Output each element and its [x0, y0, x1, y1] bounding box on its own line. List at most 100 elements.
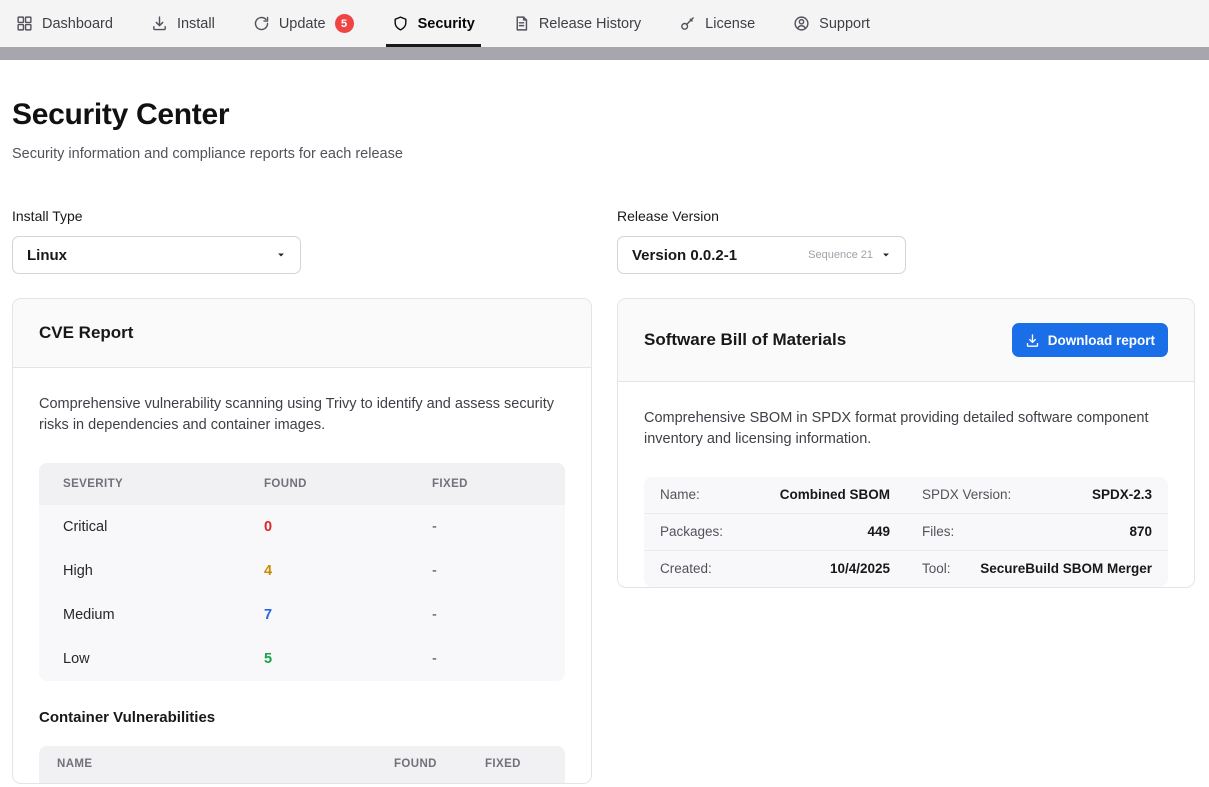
sbom-field-files: Files: 870 — [906, 514, 1168, 550]
table-row-medium: Medium 7 - — [39, 593, 565, 637]
install-type-select[interactable]: Linux — [12, 236, 301, 274]
download-report-button[interactable]: Download report — [1012, 323, 1168, 357]
chevron-down-icon — [274, 248, 288, 262]
sbom-card-title: Software Bill of Materials — [644, 330, 846, 350]
field-value: SPDX-2.3 — [1092, 487, 1152, 502]
severity-table-header: Severity Found Fixed — [39, 463, 565, 505]
chevron-down-icon — [879, 248, 893, 262]
download-report-label: Download report — [1048, 333, 1155, 348]
divider-strip — [0, 47, 1209, 60]
nav-item-license[interactable]: License — [679, 0, 755, 47]
cve-card-title: CVE Report — [39, 323, 133, 343]
nav-label: Security — [418, 16, 475, 32]
container-vulnerabilities-table: Name Found Fixed — [39, 746, 565, 783]
severity-name: Critical — [63, 519, 264, 535]
col-found: Found — [264, 478, 432, 490]
found-count: 5 — [264, 651, 432, 667]
field-label: Files: — [922, 524, 954, 539]
table-row-high: High 4 - — [39, 549, 565, 593]
table-row-low: Low 5 - — [39, 637, 565, 681]
download-icon — [151, 15, 168, 32]
fixed-count: - — [432, 563, 541, 579]
container-table-header: Name Found Fixed — [39, 746, 565, 783]
sbom-description: Comprehensive SBOM in SPDX format provid… — [644, 408, 1168, 451]
sbom-field-packages: Packages: 449 — [644, 514, 906, 550]
sbom-info-grid: Name: Combined SBOM SPDX Version: SPDX-2… — [644, 477, 1168, 587]
field-value: Combined SBOM — [780, 487, 890, 502]
top-navigation: Dashboard Install Update 5 Security Rele… — [0, 0, 1209, 47]
cve-description: Comprehensive vulnerability scanning usi… — [39, 394, 565, 437]
nav-label: License — [705, 16, 755, 32]
fixed-count: - — [432, 519, 541, 535]
page-subtitle: Security information and compliance repo… — [12, 146, 1197, 162]
field-label: SPDX Version: — [922, 487, 1011, 502]
sbom-field-tool: Tool: SecureBuild SBOM Merger — [906, 551, 1168, 587]
nav-label: Install — [177, 16, 215, 32]
release-version-label: Release Version — [617, 208, 1197, 224]
nav-item-security[interactable]: Security — [392, 0, 475, 47]
col-severity: Severity — [63, 478, 264, 490]
sbom-card-body: Comprehensive SBOM in SPDX format provid… — [618, 382, 1194, 587]
download-icon — [1025, 333, 1040, 348]
col-name: Name — [57, 758, 394, 770]
page-title: Security Center — [12, 98, 1197, 132]
document-icon — [513, 15, 530, 32]
nav-item-support[interactable]: Support — [793, 0, 870, 47]
nav-label: Release History — [539, 16, 641, 32]
filters-row: Install Type Linux Release Version Versi… — [12, 208, 1197, 274]
cve-report-card: CVE Report Comprehensive vulnerability s… — [12, 298, 592, 784]
nav-label: Support — [819, 16, 870, 32]
fixed-count: - — [432, 607, 541, 623]
cve-card-header: CVE Report — [13, 299, 591, 368]
nav-item-install[interactable]: Install — [151, 0, 215, 47]
nav-item-update[interactable]: Update 5 — [253, 0, 354, 47]
nav-item-dashboard[interactable]: Dashboard — [16, 0, 113, 47]
security-center-page: Security Center Security information and… — [0, 60, 1209, 784]
field-label: Tool: — [922, 561, 951, 576]
sbom-field-created: Created: 10/4/2025 — [644, 551, 906, 587]
install-type-label: Install Type — [12, 208, 617, 224]
severity-table: Severity Found Fixed Critical 0 - High 4… — [39, 463, 565, 681]
field-value: 449 — [867, 524, 890, 539]
shield-icon — [392, 15, 409, 32]
field-value: SecureBuild SBOM Merger — [980, 561, 1152, 576]
field-label: Name: — [660, 487, 700, 502]
sbom-row: Created: 10/4/2025 Tool: SecureBuild SBO… — [644, 551, 1168, 587]
severity-name: High — [63, 563, 264, 579]
nav-item-release-history[interactable]: Release History — [513, 0, 641, 47]
field-value: 10/4/2025 — [830, 561, 890, 576]
sbom-field-name: Name: Combined SBOM — [644, 477, 906, 513]
release-version-select[interactable]: Version 0.0.2-1 Sequence 21 — [617, 236, 906, 274]
container-vulnerabilities-title: Container Vulnerabilities — [39, 709, 565, 726]
update-count-badge: 5 — [335, 14, 354, 33]
person-circle-icon — [793, 15, 810, 32]
sbom-row: Packages: 449 Files: 870 — [644, 514, 1168, 551]
table-row-critical: Critical 0 - — [39, 505, 565, 549]
severity-name: Low — [63, 651, 264, 667]
release-version-value: Version 0.0.2-1 — [632, 247, 737, 264]
nav-label: Update — [279, 16, 326, 32]
nav-label: Dashboard — [42, 16, 113, 32]
sequence-hint: Sequence 21 — [808, 249, 873, 261]
sbom-card: Software Bill of Materials Download repo… — [617, 298, 1195, 588]
col-found: Found — [394, 758, 485, 770]
cve-card-body: Comprehensive vulnerability scanning usi… — [13, 368, 591, 783]
install-type-value: Linux — [27, 247, 67, 264]
sbom-card-header: Software Bill of Materials Download repo… — [618, 299, 1194, 382]
key-icon — [679, 15, 696, 32]
sbom-field-spdx-version: SPDX Version: SPDX-2.3 — [906, 477, 1168, 513]
fixed-count: - — [432, 651, 541, 667]
found-count: 4 — [264, 563, 432, 579]
severity-name: Medium — [63, 607, 264, 623]
found-count: 0 — [264, 519, 432, 535]
install-type-filter: Install Type Linux — [12, 208, 617, 274]
refresh-icon — [253, 15, 270, 32]
report-cards: CVE Report Comprehensive vulnerability s… — [12, 298, 1197, 784]
dashboard-grid-icon — [16, 15, 33, 32]
col-fixed: Fixed — [485, 758, 547, 770]
field-label: Packages: — [660, 524, 723, 539]
col-fixed: Fixed — [432, 478, 541, 490]
release-version-filter: Release Version Version 0.0.2-1 Sequence… — [617, 208, 1197, 274]
field-value: 870 — [1129, 524, 1152, 539]
sbom-row: Name: Combined SBOM SPDX Version: SPDX-2… — [644, 477, 1168, 514]
